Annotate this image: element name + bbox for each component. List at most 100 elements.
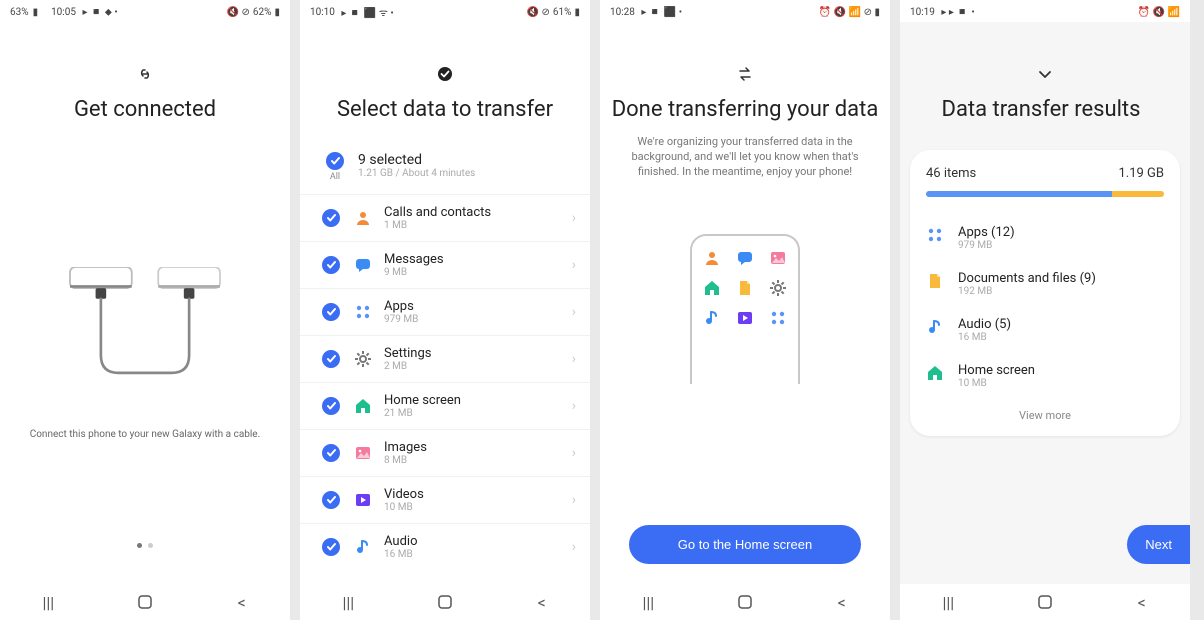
message-icon (354, 256, 372, 274)
statusbar: 10:19 ▸ ▸ ◾ • ⏰ 🔇 📶 (900, 0, 1190, 22)
checkbox[interactable] (322, 491, 340, 509)
result-row-audio[interactable]: Audio (5)16 MB (926, 307, 1164, 353)
row-title: Settings (384, 346, 572, 361)
row-sub: 192 MB (958, 286, 1096, 297)
data-row-home[interactable]: Home screen21 MB› (300, 382, 590, 429)
clock: 10:05 (51, 7, 76, 18)
row-sub: 10 MB (384, 502, 572, 513)
home-button[interactable] (435, 595, 455, 609)
row-title: Images (384, 440, 572, 455)
checkbox[interactable] (322, 397, 340, 415)
checkbox[interactable] (322, 350, 340, 368)
contact-icon (704, 250, 720, 266)
view-more-button[interactable]: View more (926, 399, 1164, 426)
battery-right: 61% (553, 7, 572, 18)
recent-apps-button[interactable]: ||| (38, 595, 58, 609)
row-sub: 21 MB (384, 408, 572, 419)
chevron-down-icon (1037, 66, 1053, 86)
row-title: Home screen (384, 393, 572, 408)
row-sub: 1 MB (384, 220, 572, 231)
battery-text: 63% (10, 7, 29, 18)
result-row-doc[interactable]: Documents and files (9)192 MB (926, 261, 1164, 307)
back-button[interactable]: < (1132, 595, 1152, 609)
row-title: Home screen (958, 363, 1035, 378)
screen-done-transferring: 10:28 ▸ ◾ ⬛ • ⏰ 🔇 📶 ⊘ ▮ Done transferrin… (600, 0, 890, 620)
clock: 10:19 (910, 7, 935, 18)
navbar: ||| < (0, 584, 290, 620)
row-title: Audio (5) (958, 317, 1011, 332)
screen-select-data: 10:10 ▸ ◾ ⬛ ᯤ • 🔇 ⊘ 61%▮ Select data to … (300, 0, 590, 620)
checkbox[interactable] (322, 444, 340, 462)
checkbox[interactable] (322, 209, 340, 227)
recent-apps-button[interactable]: ||| (338, 595, 358, 609)
row-title: Videos (384, 487, 572, 502)
data-type-list: All 9 selected 1.21 GB / About 4 minutes… (300, 146, 590, 570)
row-title: Apps (12) (958, 225, 1015, 240)
row-sub: 16 MB (958, 332, 1011, 343)
navbar: ||| < (900, 584, 1190, 620)
row-title: Messages (384, 252, 572, 267)
row-title: Calls and contacts (384, 205, 572, 220)
row-sub: 9 MB (384, 267, 572, 278)
data-row-settings[interactable]: Settings2 MB› (300, 335, 590, 382)
data-row-message[interactable]: Messages9 MB› (300, 241, 590, 288)
chevron-right-icon: › (572, 257, 576, 273)
total-size: 1.19 GB (1118, 166, 1164, 181)
subtitle: We're organizing your transferred data i… (600, 124, 890, 180)
recent-apps-button[interactable]: ||| (638, 595, 658, 609)
home-button[interactable] (735, 595, 755, 609)
dot[interactable] (148, 543, 153, 548)
data-row-contact[interactable]: Calls and contacts1 MB› (300, 194, 590, 241)
data-row-audio[interactable]: Audio16 MB› (300, 523, 590, 570)
videos-icon (354, 491, 372, 509)
chevron-right-icon: › (572, 210, 576, 226)
go-home-button[interactable]: Go to the Home screen (629, 525, 861, 564)
page-dots (137, 543, 153, 548)
selection-count: 9 selected (358, 152, 475, 168)
row-sub: 2 MB (384, 361, 572, 372)
data-row-videos[interactable]: Videos10 MB› (300, 476, 590, 523)
statusbar: 10:10 ▸ ◾ ⬛ ᯤ • 🔇 ⊘ 61%▮ (300, 0, 590, 22)
images-icon (354, 444, 372, 462)
navbar: ||| < (300, 584, 590, 620)
row-sub: 16 MB (384, 549, 572, 560)
page-title: Done transferring your data (602, 96, 889, 124)
home-button[interactable] (1035, 595, 1055, 609)
home-button[interactable] (135, 595, 155, 609)
back-button[interactable]: < (832, 595, 852, 609)
checkbox[interactable] (322, 256, 340, 274)
chevron-right-icon: › (572, 445, 576, 461)
result-row-apps[interactable]: Apps (12)979 MB (926, 215, 1164, 261)
message-icon (737, 250, 753, 266)
checkbox[interactable] (322, 538, 340, 556)
audio-icon (354, 538, 372, 556)
back-button[interactable]: < (232, 595, 252, 609)
page-title: Get connected (64, 96, 226, 124)
settings-icon (354, 350, 372, 368)
clock: 10:28 (610, 7, 635, 18)
select-all-checkbox[interactable] (326, 152, 344, 170)
navbar: ||| < (600, 584, 890, 620)
settings-icon (770, 280, 786, 296)
dot[interactable] (137, 543, 142, 548)
battery-right: 62% (253, 7, 272, 18)
data-row-apps[interactable]: Apps979 MB› (300, 288, 590, 335)
clock: 10:10 (310, 7, 335, 18)
home-icon (926, 364, 944, 382)
statusbar: 10:28 ▸ ◾ ⬛ • ⏰ 🔇 📶 ⊘ ▮ (600, 0, 890, 22)
page-title: Select data to transfer (327, 96, 563, 124)
back-button[interactable]: < (532, 595, 552, 609)
recent-apps-button[interactable]: ||| (938, 595, 958, 609)
transfer-icon (737, 66, 753, 86)
apps-icon (354, 303, 372, 321)
storage-bar (926, 191, 1164, 197)
row-sub: 8 MB (384, 455, 572, 466)
row-title: Apps (384, 299, 572, 314)
result-row-home[interactable]: Home screen10 MB (926, 353, 1164, 399)
data-row-images[interactable]: Images8 MB› (300, 429, 590, 476)
audio-icon (704, 310, 720, 326)
device-illustration (690, 234, 800, 384)
next-button[interactable]: Next (1127, 525, 1190, 564)
checkbox[interactable] (322, 303, 340, 321)
home-icon (704, 280, 720, 296)
